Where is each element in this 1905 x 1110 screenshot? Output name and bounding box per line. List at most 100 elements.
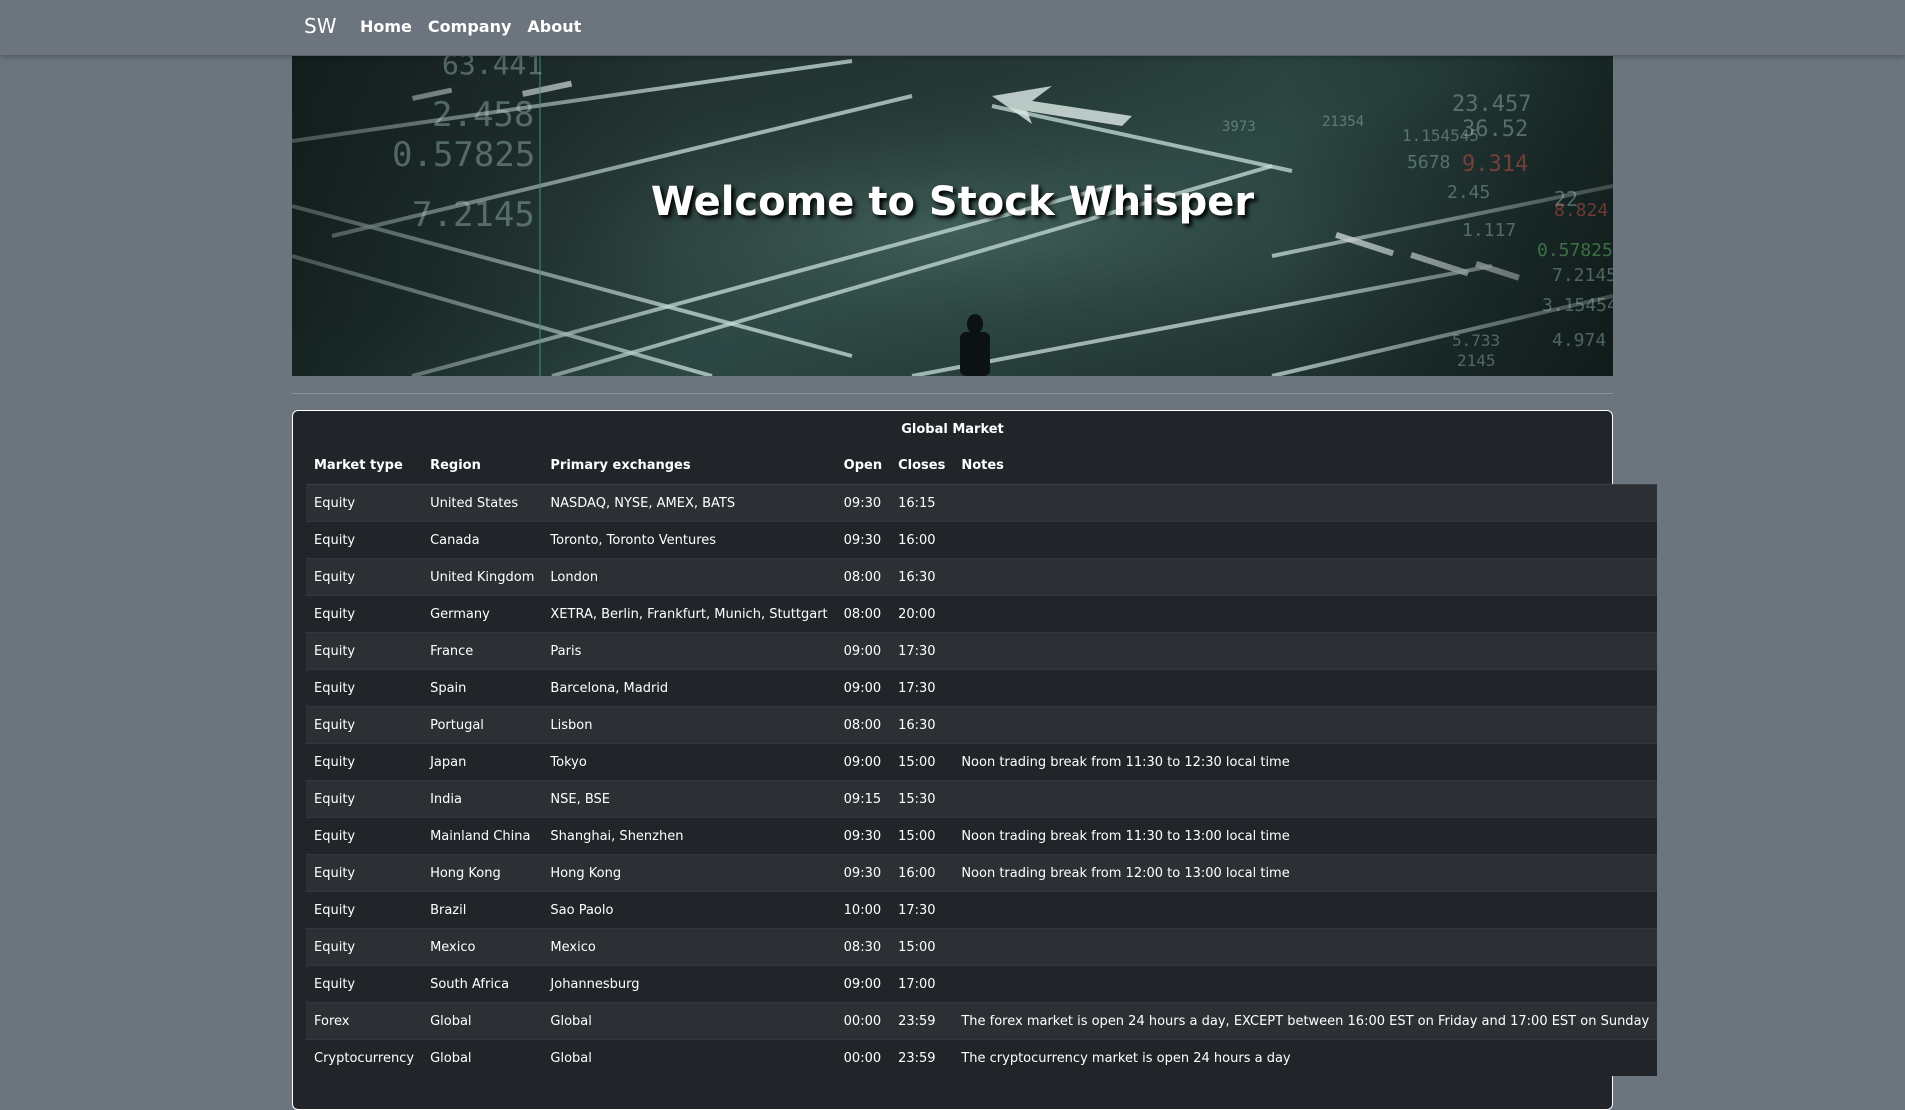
cell-primary-exchanges: NSE, BSE — [542, 780, 836, 818]
cell-closes: 15:00 — [890, 928, 954, 966]
table-row: Equity United Kingdom London 08:00 16:30 — [306, 558, 1658, 596]
table-row: Equity South Africa Johannesburg 09:00 17:00 — [306, 965, 1658, 1003]
ticker-number: 7.2145 — [1552, 265, 1613, 286]
cell-notes — [953, 706, 1658, 744]
hero-title: Welcome to Stock Whisper — [650, 178, 1255, 225]
cell-open: 08:30 — [835, 928, 891, 966]
cell-market-type: Equity — [306, 928, 423, 966]
nav-links: Home Company About — [360, 17, 581, 36]
cell-notes — [953, 484, 1658, 522]
global-market-table: Market type Region Primary exchanges Ope… — [306, 447, 1658, 1076]
ticker-number: 2.458 — [432, 95, 534, 135]
ticker-number: 5678 — [1407, 152, 1450, 173]
cell-open: 09:00 — [835, 743, 891, 781]
section-divider — [292, 393, 1613, 394]
nav-link-home[interactable]: Home — [360, 17, 412, 36]
cell-primary-exchanges: Paris — [542, 632, 836, 670]
cell-notes: Noon trading break from 12:00 to 13:00 l… — [953, 854, 1658, 892]
cell-primary-exchanges: London — [542, 558, 836, 596]
cell-region: South Africa — [422, 965, 543, 1003]
column-header-market-type: Market type — [306, 447, 423, 485]
cell-region: Japan — [422, 743, 543, 781]
ticker-number: 2145 — [1457, 351, 1496, 370]
global-market-table-card: Global Market Market type Region Primary… — [292, 410, 1658, 1110]
cell-notes: Noon trading break from 11:30 to 13:00 l… — [953, 817, 1658, 855]
cell-closes: 17:30 — [890, 669, 954, 707]
column-header-closes: Closes — [890, 447, 954, 485]
cell-primary-exchanges: Barcelona, Madrid — [542, 669, 836, 707]
cell-notes — [953, 521, 1658, 559]
cell-notes — [953, 669, 1658, 707]
cell-closes: 17:00 — [890, 965, 954, 1003]
cell-primary-exchanges: Tokyo — [542, 743, 836, 781]
nav-link-about[interactable]: About — [527, 17, 581, 36]
cell-notes — [953, 891, 1658, 929]
cell-region: Hong Kong — [422, 854, 543, 892]
cell-market-type: Equity — [306, 484, 423, 522]
table-row: Equity India NSE, BSE 09:15 15:30 — [306, 780, 1658, 818]
cell-open: 09:30 — [835, 521, 891, 559]
cell-primary-exchanges: Shanghai, Shenzhen — [542, 817, 836, 855]
cell-market-type: Equity — [306, 780, 423, 818]
cell-market-type: Equity — [306, 669, 423, 707]
cell-open: 09:00 — [835, 632, 891, 670]
cell-open: 09:15 — [835, 780, 891, 818]
cell-region: Mainland China — [422, 817, 543, 855]
table-row: Forex Global Global 00:00 23:59 The forex mar… — [306, 1002, 1658, 1040]
cell-open: 09:00 — [835, 965, 891, 1003]
brand-logo-link[interactable]: SW — [304, 14, 336, 38]
cell-region: Spain — [422, 669, 543, 707]
table-row: Equity Canada Toronto, Toronto Ventures 09:… — [306, 521, 1658, 559]
table-caption: Global Market — [901, 422, 1004, 437]
cell-region: India — [422, 780, 543, 818]
cell-notes: The cryptocurrency market is open 24 hou… — [953, 1039, 1658, 1076]
cell-closes: 15:30 — [890, 780, 954, 818]
cell-closes: 16:00 — [890, 521, 954, 559]
cell-region: Global — [422, 1039, 543, 1076]
ticker-number: 9.314 — [1462, 152, 1528, 177]
cell-region: Portugal — [422, 706, 543, 744]
cell-notes — [953, 595, 1658, 633]
nav-link-company[interactable]: Company — [428, 17, 511, 36]
cell-open: 09:30 — [835, 484, 891, 522]
ticker-number: 23.457 — [1452, 92, 1531, 117]
cell-region: Mexico — [422, 928, 543, 966]
table-row: Equity Mainland China Shanghai, Shenzhen 09… — [306, 817, 1658, 855]
cell-primary-exchanges: Global — [542, 1039, 836, 1076]
cell-market-type: Equity — [306, 965, 423, 1003]
cell-primary-exchanges: Global — [542, 1002, 836, 1040]
cell-primary-exchanges: Lisbon — [542, 706, 836, 744]
cell-notes — [953, 558, 1658, 596]
cell-open: 09:30 — [835, 854, 891, 892]
table-header-row: Market type Region Primary exchanges Ope… — [306, 447, 1658, 485]
table-body: Equity United States NASDAQ, NYSE, AMEX, B… — [306, 484, 1658, 1076]
table-row: Equity United States NASDAQ, NYSE, AMEX, B… — [306, 484, 1658, 522]
table-row: Cryptocurrency Global Global 00:00 23:59 The … — [306, 1039, 1658, 1076]
cell-market-type: Equity — [306, 632, 423, 670]
cell-open: 08:00 — [835, 595, 891, 633]
cell-open: 09:30 — [835, 817, 891, 855]
cell-region: France — [422, 632, 543, 670]
cell-closes: 16:00 — [890, 854, 954, 892]
cell-region: United States — [422, 484, 543, 522]
cell-market-type: Equity — [306, 706, 423, 744]
cell-primary-exchanges: XETRA, Berlin, Frankfurt, Munich, Stuttg… — [542, 595, 836, 633]
cell-open: 00:00 — [835, 1039, 891, 1076]
cell-market-type: Equity — [306, 854, 423, 892]
cell-primary-exchanges: Mexico — [542, 928, 836, 966]
cell-closes: 17:30 — [890, 891, 954, 929]
cell-market-type: Forex — [306, 1002, 423, 1040]
cell-market-type: Cryptocurrency — [306, 1039, 423, 1076]
column-header-open: Open — [835, 447, 891, 485]
cell-notes — [953, 965, 1658, 1003]
cell-notes — [953, 632, 1658, 670]
cell-closes: 23:59 — [890, 1039, 954, 1076]
cell-market-type: Equity — [306, 595, 423, 633]
table-row: Equity Spain Barcelona, Madrid 09:00 17:30 — [306, 669, 1658, 707]
table-row: Equity Hong Kong Hong Kong 09:30 16:00 Noon t… — [306, 854, 1658, 892]
cell-region: United Kingdom — [422, 558, 543, 596]
column-header-primary-exchanges: Primary exchanges — [542, 447, 836, 485]
cell-region: Canada — [422, 521, 543, 559]
column-header-region: Region — [422, 447, 543, 485]
cell-market-type: Equity — [306, 817, 423, 855]
